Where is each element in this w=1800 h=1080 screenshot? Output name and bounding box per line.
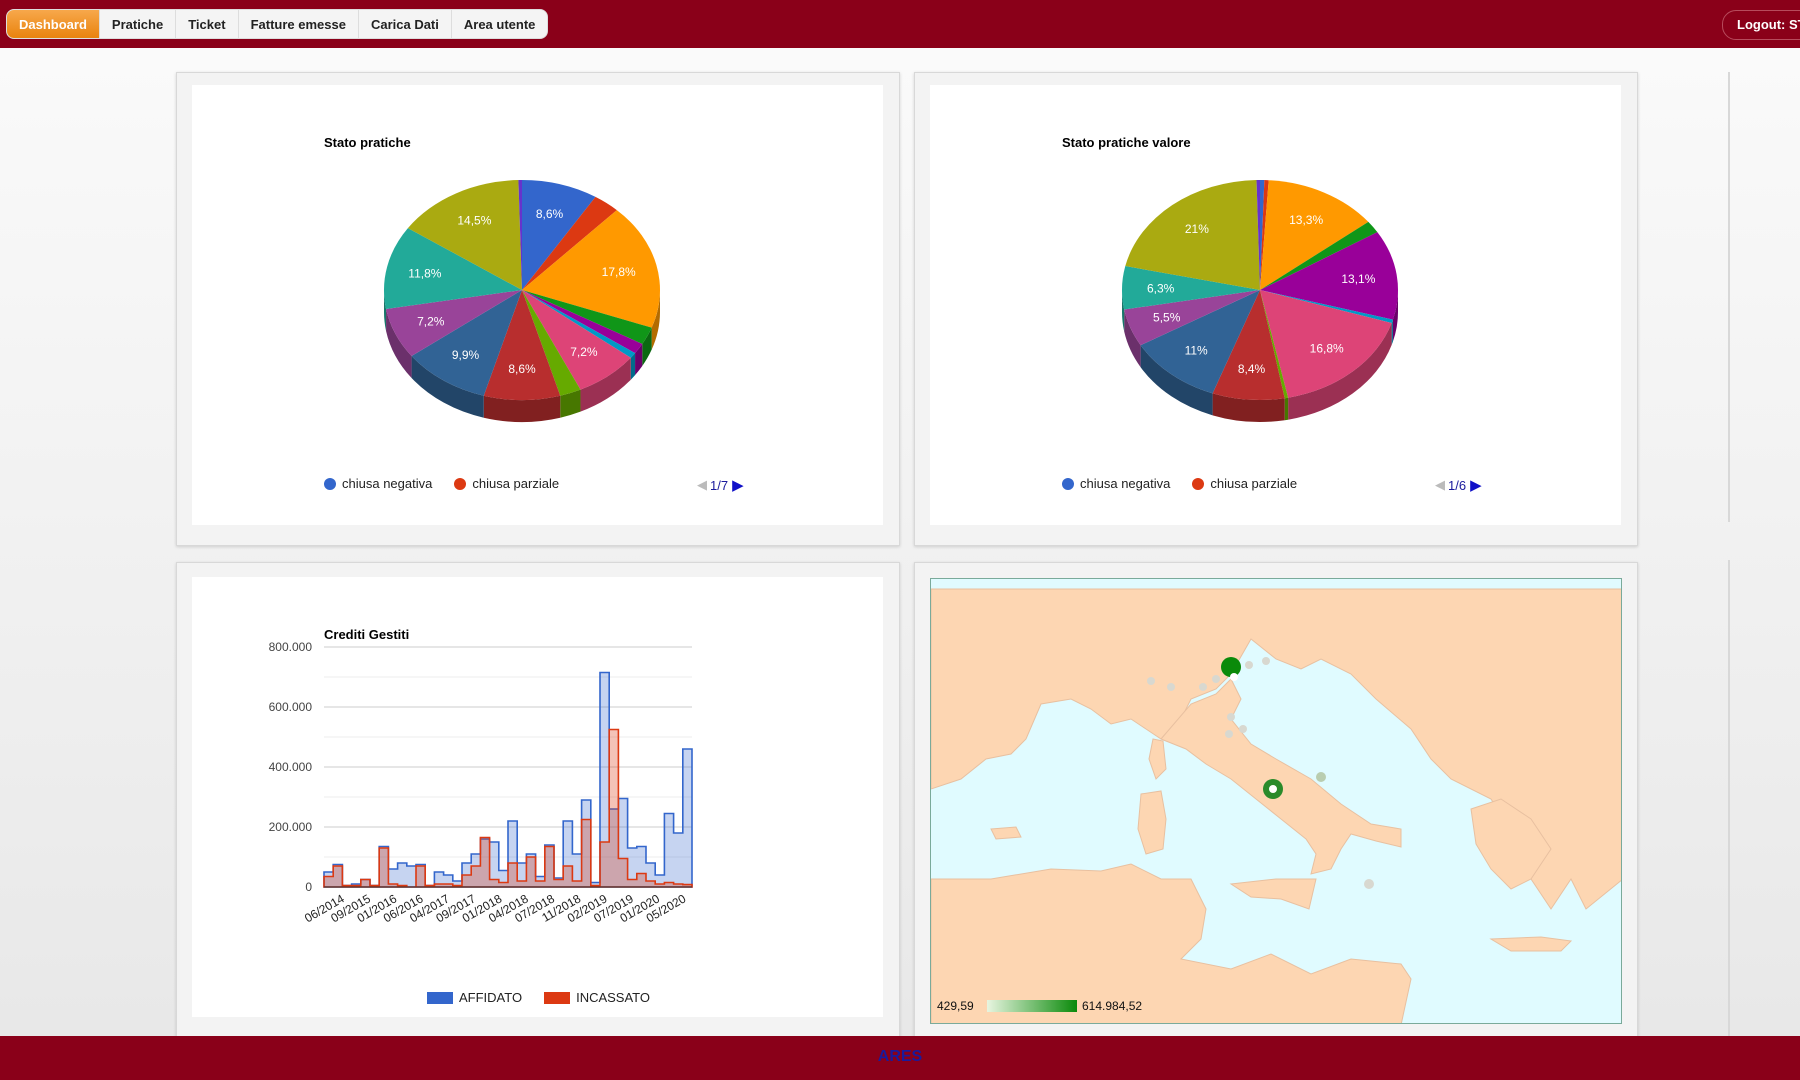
chart-title: Stato pratiche — [324, 135, 411, 150]
pie-slice-side — [630, 353, 636, 380]
pie-chart: 8,6% 17,8% 7,2% 8,6% 9,9% 7,2% 11,8% 14,5% — [384, 180, 660, 422]
pie-chart: 13,3% 13,1% 16,8% 8,4% 11% 5,5% 6,3% 21% — [1122, 180, 1398, 422]
map-color-scale — [987, 1000, 1077, 1012]
pie-slice-label: 7,2% — [570, 345, 598, 359]
prev-page-icon[interactable]: ◀ — [697, 477, 707, 493]
legend-item[interactable]: chiusa parziale — [454, 476, 559, 491]
legend-item[interactable]: chiusa negativa — [1062, 476, 1170, 491]
legend-label: chiusa negativa — [1080, 476, 1171, 491]
y-tick-label: 200.000 — [269, 820, 313, 834]
panel-stato-pratiche: Stato pratiche 8,6% 17,8% 7,2% 8,6% 9,9% 7,2%… — [176, 72, 900, 546]
map-land-italy — [1160, 678, 1402, 875]
panel-stato-pratiche-valore: Stato pratiche valore 13,3% 13,1% 16,8% 8,4… — [914, 72, 1638, 546]
pie-slice-label: 8,4% — [1238, 362, 1266, 376]
map-land-corsica — [1148, 738, 1167, 780]
pie-slice-label: 6,3% — [1147, 281, 1175, 295]
legend-swatch — [1062, 477, 1074, 490]
y-tick-label: 600.000 — [269, 700, 313, 714]
chart-title: Stato pratiche valore — [1062, 135, 1191, 150]
pie-slice-label: 8,6% — [536, 207, 564, 221]
pie-slice-label: 11,8% — [408, 266, 441, 280]
map-scale-max: 614.984,52 — [1082, 999, 1143, 1013]
pie-slice-label: 9,9% — [452, 348, 480, 362]
chart-legend: AFFIDATO INCASSATO — [427, 990, 672, 1005]
footer-brand: ARES — [877, 1048, 923, 1065]
map-land-sicily — [1229, 878, 1317, 910]
legend-swatch — [544, 991, 571, 1004]
legend-pager: ◀ 1/7 ▶ — [697, 476, 744, 494]
top-navbar: Dashboard Pratiche Ticket Fatture emesse Car… — [0, 0, 1800, 48]
chart-card: Stato pratiche 8,6% 17,8% 7,2% 8,6% 9,9% 7,2%… — [192, 85, 883, 525]
pie-slice-label: 14,5% — [457, 213, 491, 227]
panel-crediti-gestiti: Crediti Gestiti 800.000 600.000 400.000 200… — [176, 562, 900, 1042]
map-land-balearics — [990, 826, 1022, 840]
chart-legend: chiusa negativa chiusa parziale — [1062, 476, 1319, 491]
pie-slice-label: 13,1% — [1341, 272, 1375, 286]
right-panel-edge — [1728, 560, 1730, 1036]
chart-card: Stato pratiche valore 13,3% 13,1% 16,8% 8,4… — [930, 85, 1621, 525]
legend-item[interactable]: chiusa negativa — [324, 476, 432, 491]
right-panel-edge — [1728, 72, 1730, 522]
legend-page-indicator: 1/6 — [1448, 477, 1467, 493]
prev-page-icon[interactable]: ◀ — [1435, 477, 1445, 493]
legend-page-indicator: 1/7 — [710, 477, 729, 493]
legend-label: chiusa negativa — [342, 476, 433, 491]
legend-swatch — [324, 477, 336, 490]
legend-label: chiusa parziale — [472, 476, 560, 491]
chart-card: Crediti Gestiti 800.000 600.000 400.000 200… — [192, 577, 883, 1017]
legend-swatch — [427, 991, 453, 1004]
legend-item[interactable]: AFFIDATO — [427, 990, 522, 1005]
legend-item[interactable]: INCASSATO — [544, 990, 650, 1005]
map-scale-min: 429,59 — [937, 999, 974, 1013]
next-page-icon[interactable]: ▶ — [732, 476, 744, 494]
main-menu: Dashboard Pratiche Ticket Fatture emesse Car… — [6, 9, 549, 39]
pie-slice-label: 7,2% — [417, 314, 445, 328]
map-land-crete — [1489, 936, 1573, 952]
chart-legend: chiusa negativa chiusa parziale — [324, 476, 581, 491]
italy-map[interactable]: 429,59 614.984,52 — [930, 578, 1622, 1024]
pie-slice-label: 5,5% — [1153, 310, 1181, 324]
logout-button[interactable]: Logout: ST — [1722, 10, 1800, 40]
pie-slice-label: 13,3% — [1289, 213, 1323, 227]
legend-item[interactable]: chiusa parziale — [1192, 476, 1297, 491]
area-chart: 800.000600.000400.000200.000006/201409/2… — [269, 640, 693, 925]
pie-slice-label: 8,6% — [508, 362, 536, 376]
legend-pager: ◀ 1/6 ▶ — [1435, 476, 1482, 494]
pie-slice-label: 16,8% — [1310, 342, 1344, 356]
nav-item-fatture-emesse[interactable]: Fatture emesse — [239, 10, 359, 38]
y-tick-label: 400.000 — [269, 760, 313, 774]
y-tick-label: 0 — [305, 880, 312, 894]
legend-label: INCASSATO — [576, 990, 651, 1005]
nav-item-carica-dati[interactable]: Carica Dati — [359, 10, 452, 38]
pie-slice-side — [1391, 319, 1393, 345]
legend-label: chiusa parziale — [1210, 476, 1298, 491]
nav-item-pratiche[interactable]: Pratiche — [100, 10, 177, 38]
nav-item-dashboard[interactable]: Dashboard — [7, 10, 100, 38]
nav-item-ticket[interactable]: Ticket — [176, 10, 239, 38]
pie-slice-label: 21% — [1185, 222, 1209, 236]
pie-slice-label: 17,8% — [602, 265, 636, 279]
legend-label: AFFIDATO — [459, 990, 523, 1005]
map-geography — [931, 579, 1621, 1023]
pie-slice-label: 11% — [1185, 344, 1208, 358]
map-land-sardinia — [1137, 790, 1167, 855]
legend-swatch — [454, 477, 467, 490]
next-page-icon[interactable]: ▶ — [1470, 476, 1482, 494]
nav-item-area-utente[interactable]: Area utente — [452, 10, 548, 38]
pie-slice-side — [1284, 397, 1289, 421]
y-tick-label: 800.000 — [269, 640, 313, 654]
footer: ARES — [0, 1036, 1800, 1080]
legend-swatch — [1192, 477, 1205, 490]
